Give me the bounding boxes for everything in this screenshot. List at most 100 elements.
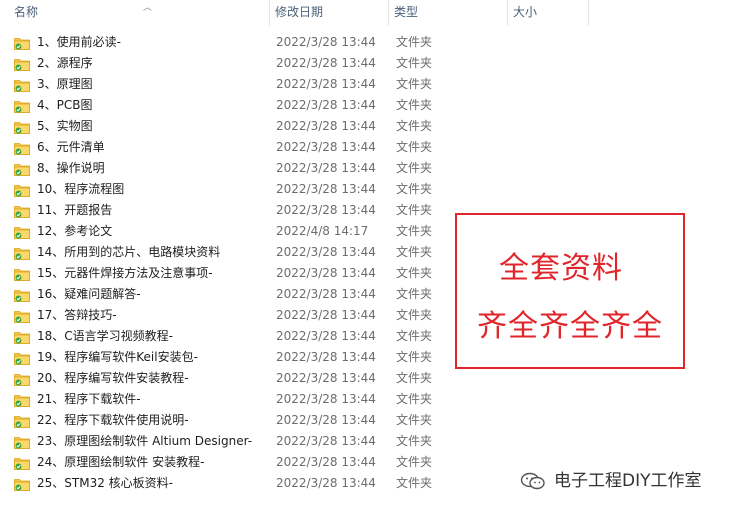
column-header-size[interactable]: 大小	[509, 0, 589, 26]
file-name: 3、原理图	[37, 77, 93, 91]
file-name: 15、元器件焊接方法及注意事项-	[37, 266, 213, 280]
file-name: 5、实物图	[37, 119, 93, 133]
folder-sync-icon	[14, 477, 30, 491]
file-row[interactable]: 6、元件清单 2022/3/28 13:44 文件夹	[0, 137, 730, 158]
file-modified: 2022/3/28 13:44	[276, 350, 376, 364]
file-row[interactable]: 20、程序编写软件安装教程- 2022/3/28 13:44 文件夹	[0, 368, 730, 389]
file-modified: 2022/4/8 14:17	[276, 224, 369, 238]
file-name: 12、参考论文	[37, 224, 113, 238]
folder-sync-icon	[14, 351, 30, 365]
file-type: 文件夹	[396, 329, 433, 343]
file-name: 6、元件清单	[37, 140, 105, 154]
file-row[interactable]: 4、PCB图 2022/3/28 13:44 文件夹	[0, 95, 730, 116]
file-type: 文件夹	[396, 119, 433, 133]
file-row[interactable]: 23、原理图绘制软件 Altium Designer- 2022/3/28 13:…	[0, 431, 730, 452]
file-name: 2、源程序	[37, 56, 93, 70]
column-header-type[interactable]: 类型	[390, 0, 508, 26]
column-header-bar: ︿ 名称 修改日期 类型 大小	[0, 0, 730, 26]
folder-sync-icon	[14, 78, 30, 92]
file-type: 文件夹	[396, 245, 433, 259]
file-modified: 2022/3/28 13:44	[276, 119, 376, 133]
promo-box: 全套资料 齐全齐全齐全	[455, 213, 685, 369]
folder-sync-icon	[14, 393, 30, 407]
file-row[interactable]: 21、程序下载软件- 2022/3/28 13:44 文件夹	[0, 389, 730, 410]
file-modified: 2022/3/28 13:44	[276, 329, 376, 343]
file-name: 4、PCB图	[37, 98, 93, 112]
file-name: 24、原理图绘制软件 安装教程-	[37, 455, 205, 469]
file-type: 文件夹	[396, 182, 433, 196]
file-type: 文件夹	[396, 224, 433, 238]
file-type: 文件夹	[396, 35, 433, 49]
file-modified: 2022/3/28 13:44	[276, 371, 376, 385]
file-type: 文件夹	[396, 140, 433, 154]
file-row[interactable]: 10、程序流程图 2022/3/28 13:44 文件夹	[0, 179, 730, 200]
file-name: 20、程序编写软件安装教程-	[37, 371, 189, 385]
watermark-text: 电子工程DIY工作室	[554, 471, 702, 491]
folder-sync-icon	[14, 36, 30, 50]
file-modified: 2022/3/28 13:44	[276, 182, 376, 196]
file-modified: 2022/3/28 13:44	[276, 98, 376, 112]
folder-sync-icon	[14, 204, 30, 218]
file-type: 文件夹	[396, 413, 433, 427]
folder-sync-icon	[14, 120, 30, 134]
file-name: 11、开题报告	[37, 203, 113, 217]
file-type: 文件夹	[396, 77, 433, 91]
file-modified: 2022/3/28 13:44	[276, 455, 376, 469]
file-modified: 2022/3/28 13:44	[276, 476, 376, 490]
promo-line-2: 齐全齐全齐全	[477, 309, 663, 344]
file-modified: 2022/3/28 13:44	[276, 434, 376, 448]
file-row[interactable]: 3、原理图 2022/3/28 13:44 文件夹	[0, 74, 730, 95]
folder-sync-icon	[14, 141, 30, 155]
column-header-modified[interactable]: 修改日期	[271, 0, 389, 26]
file-type: 文件夹	[396, 308, 433, 322]
folder-sync-icon	[14, 267, 30, 281]
folder-sync-icon	[14, 330, 30, 344]
file-modified: 2022/3/28 13:44	[276, 413, 376, 427]
folder-sync-icon	[14, 456, 30, 470]
file-modified: 2022/3/28 13:44	[276, 287, 376, 301]
file-modified: 2022/3/28 13:44	[276, 56, 376, 70]
file-modified: 2022/3/28 13:44	[276, 266, 376, 280]
wechat-icon	[520, 472, 545, 490]
file-type: 文件夹	[396, 287, 433, 301]
file-type: 文件夹	[396, 203, 433, 217]
folder-sync-icon	[14, 435, 30, 449]
promo-line-1: 全套资料	[499, 251, 623, 286]
file-type: 文件夹	[396, 455, 433, 469]
file-row[interactable]: 8、操作说明 2022/3/28 13:44 文件夹	[0, 158, 730, 179]
file-modified: 2022/3/28 13:44	[276, 35, 376, 49]
file-modified: 2022/3/28 13:44	[276, 245, 376, 259]
folder-sync-icon	[14, 414, 30, 428]
file-name: 25、STM32 核心板资料-	[37, 476, 173, 490]
file-name: 18、C语言学习视频教程-	[37, 329, 173, 343]
file-row[interactable]: 22、程序下载软件使用说明- 2022/3/28 13:44 文件夹	[0, 410, 730, 431]
file-modified: 2022/3/28 13:44	[276, 203, 376, 217]
file-name: 21、程序下载软件-	[37, 392, 141, 406]
folder-sync-icon	[14, 183, 30, 197]
file-row[interactable]: 2、源程序 2022/3/28 13:44 文件夹	[0, 53, 730, 74]
file-type: 文件夹	[396, 476, 433, 490]
file-name: 22、程序下载软件使用说明-	[37, 413, 189, 427]
file-modified: 2022/3/28 13:44	[276, 140, 376, 154]
folder-sync-icon	[14, 225, 30, 239]
column-header-name[interactable]: ︿ 名称	[10, 0, 270, 26]
file-type: 文件夹	[396, 266, 433, 280]
file-type: 文件夹	[396, 98, 433, 112]
file-name: 1、使用前必读-	[37, 35, 121, 49]
file-type: 文件夹	[396, 434, 433, 448]
folder-sync-icon	[14, 57, 30, 71]
file-name: 14、所用到的芯片、电路模块资料	[37, 245, 221, 259]
file-name: 17、答辩技巧-	[37, 308, 117, 322]
file-name: 16、疑难问题解答-	[37, 287, 141, 301]
sort-up-icon: ︿	[143, 3, 153, 13]
file-type: 文件夹	[396, 392, 433, 406]
file-row[interactable]: 1、使用前必读- 2022/3/28 13:44 文件夹	[0, 32, 730, 53]
file-name: 23、原理图绘制软件 Altium Designer-	[37, 434, 253, 448]
file-row[interactable]: 5、实物图 2022/3/28 13:44 文件夹	[0, 116, 730, 137]
file-modified: 2022/3/28 13:44	[276, 308, 376, 322]
file-type: 文件夹	[396, 371, 433, 385]
folder-sync-icon	[14, 99, 30, 113]
file-type: 文件夹	[396, 350, 433, 364]
folder-sync-icon	[14, 162, 30, 176]
file-name: 10、程序流程图	[37, 182, 125, 196]
